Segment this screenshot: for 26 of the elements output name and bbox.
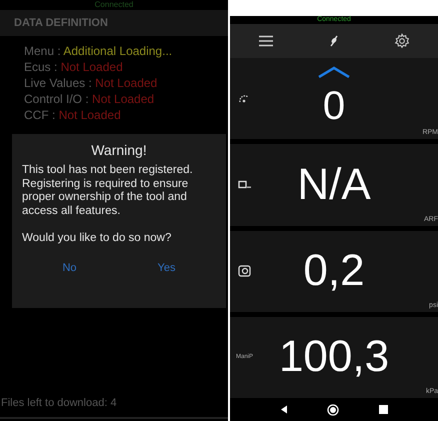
gauge-value: 0,2 bbox=[303, 249, 365, 294]
definition-status: Live Values : Not Loaded bbox=[24, 76, 158, 90]
dialog-title: Warning! bbox=[90, 142, 148, 158]
home-icon[interactable] bbox=[327, 404, 340, 416]
dialog-question: Would you like to do so now? bbox=[22, 232, 172, 246]
dialog-button[interactable]: No bbox=[54, 260, 85, 276]
back-icon[interactable] bbox=[280, 405, 288, 414]
dialog-message: This tool has not been registered. Registering is required to ensure proper ownership of the tool and access all features. bbox=[22, 164, 194, 218]
gauge-value: 0 bbox=[322, 86, 346, 126]
section-header: DATA DEFINITION bbox=[0, 10, 228, 36]
definition-status: Ecus : Not Loaded bbox=[24, 60, 124, 74]
menu-icon[interactable] bbox=[258, 35, 274, 47]
recents-icon[interactable] bbox=[379, 405, 388, 414]
definition-status: CCF : Not Loaded bbox=[24, 108, 122, 122]
gauge-value: N/A bbox=[297, 162, 371, 207]
connection-status: Connected bbox=[94, 0, 134, 10]
settings-icon[interactable] bbox=[394, 33, 410, 49]
definition-status: Menu : Additional Loading... bbox=[24, 44, 174, 58]
sensor-icon bbox=[238, 180, 252, 190]
turbo-icon bbox=[238, 265, 251, 278]
dialog-button[interactable]: Yes bbox=[150, 260, 184, 276]
download-status: Files left to download: 4 bbox=[0, 397, 228, 419]
gauge-value: 100,3 bbox=[278, 335, 390, 380]
plug-icon[interactable] bbox=[328, 35, 339, 47]
gauge-icon bbox=[238, 92, 250, 105]
definition-status: Control I/O : Not Loaded bbox=[24, 92, 156, 106]
